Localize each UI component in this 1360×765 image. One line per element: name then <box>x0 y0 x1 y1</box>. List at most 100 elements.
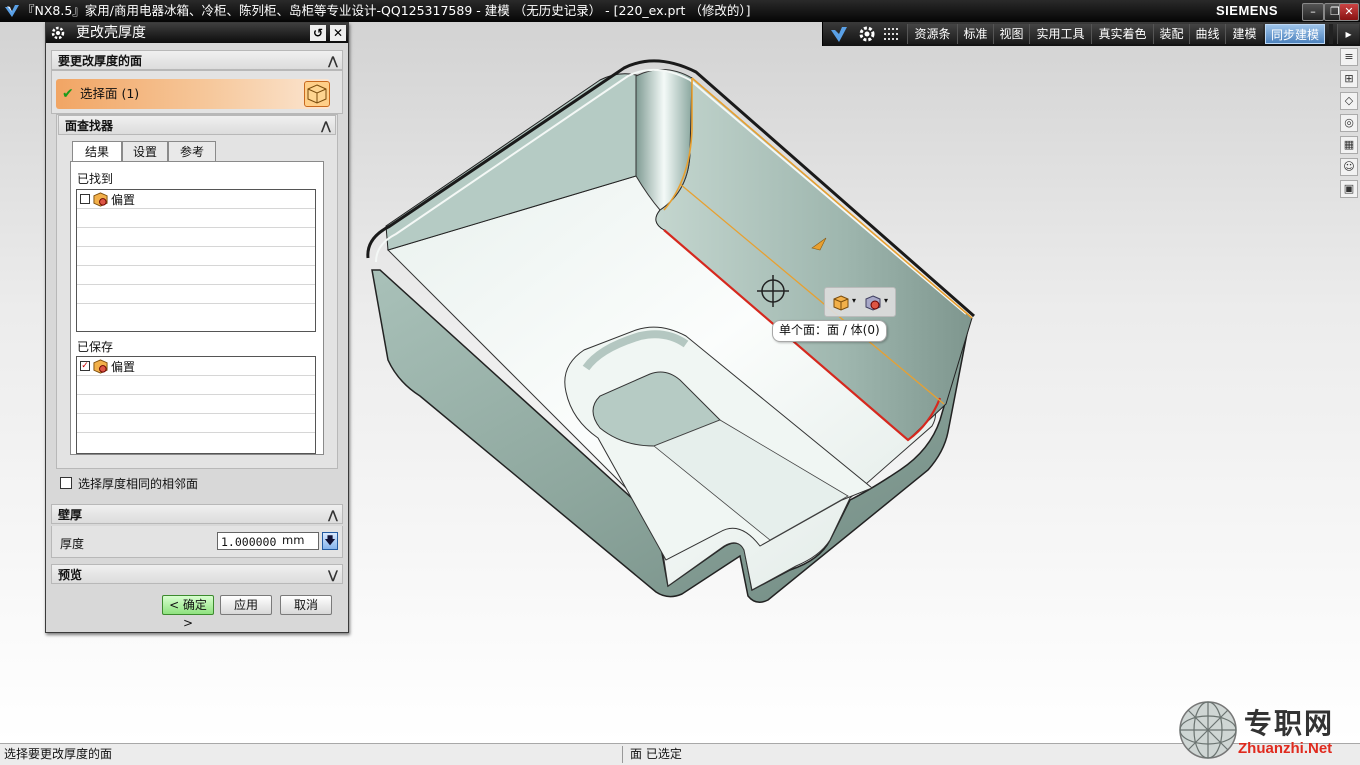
face-finder-title: 面查找器 <box>65 119 114 133</box>
checkbox[interactable] <box>60 477 72 489</box>
navigator-icon[interactable]: ⊞ <box>1340 70 1358 88</box>
list-item <box>77 247 315 266</box>
change-shell-thickness-dialog: 更改壳厚度 ↺ ✕ 要更改厚度的面 ⋀ ✔ 选择面 (1) 面查找器 ⋀ 结果 … <box>45 22 349 633</box>
checkbox[interactable] <box>80 194 90 204</box>
gear-icon[interactable] <box>50 25 66 41</box>
status-prompt: 选择要更改厚度的面 <box>4 747 113 761</box>
checkmark-icon: ✔ <box>62 86 74 102</box>
preview-group-title: 预览 <box>58 568 83 582</box>
checkbox-checked[interactable]: ✓ <box>80 361 90 371</box>
siemens-brand: SIEMENS <box>1216 3 1279 18</box>
tab-reference[interactable]: 参考 <box>168 141 216 161</box>
tab-true-shading[interactable]: 真实着色 <box>1091 24 1153 44</box>
right-resource-strip: ≡ ⊞ ◇ ◎ ▦ ☺ ▣ <box>1338 46 1360 306</box>
grid-icon[interactable] <box>881 24 901 44</box>
dialog-title-bar[interactable]: 更改壳厚度 ↺ ✕ <box>46 23 348 43</box>
list-item <box>77 266 315 285</box>
watermark-url: Zhuanzhi.Net <box>1238 740 1333 757</box>
status-bar: 选择要更改厚度的面 面 已选定 <box>0 743 1360 765</box>
face-finder-header[interactable]: 面查找器 ⋀ <box>58 115 336 135</box>
watermark: 专职网 Zhuanzhi.Net <box>1178 700 1358 762</box>
cancel-button[interactable]: 取消 <box>280 595 332 615</box>
faces-group-title: 要更改厚度的面 <box>58 54 143 68</box>
close-icon[interactable]: ✕ <box>330 25 346 41</box>
gear-icon[interactable] <box>857 24 877 44</box>
list-item[interactable]: ✓ 偏置 <box>77 357 315 376</box>
thickness-unit: mm <box>282 533 305 547</box>
watermark-title: 专职网 <box>1244 707 1335 740</box>
chevron-up-icon[interactable]: ⋀ <box>321 116 331 136</box>
roles-icon[interactable]: ☺ <box>1340 158 1358 176</box>
list-item <box>77 433 315 452</box>
nx-logo-icon[interactable] <box>829 24 849 44</box>
window-title-bar: 『NX8.5』家用/商用电器冰箱、冷柜、陈列柜、岛柜等专业设计-QQ125317… <box>0 0 1360 22</box>
apply-button[interactable]: 应用 <box>220 595 272 615</box>
faces-group-header[interactable]: 要更改厚度的面 ⋀ <box>51 50 343 70</box>
tab-curve[interactable]: 曲线 <box>1189 24 1225 44</box>
face-selection-cube-button[interactable] <box>304 81 330 107</box>
face-filter-icon[interactable] <box>833 295 849 311</box>
close-window-button[interactable]: ✕ <box>1339 3 1359 21</box>
tab-standard[interactable]: 标准 <box>957 24 993 44</box>
cube-icon <box>307 84 327 104</box>
selection-filter-popup[interactable]: ▾ ▾ <box>824 287 896 317</box>
found-label: 已找到 <box>77 172 114 186</box>
thickness-group-header[interactable]: 壁厚 ⋀ <box>51 504 343 524</box>
list-item[interactable]: 偏置 <box>77 190 315 209</box>
thickness-label: 厚度 <box>60 537 85 551</box>
selection-tooltip: 单个面：面 / 体(0) <box>772 320 887 342</box>
list-item <box>77 304 315 323</box>
ribbon-overflow-button[interactable]: ▸ <box>1337 24 1359 44</box>
thickness-row: 厚度 1.000000 mm 🡇 <box>51 526 343 558</box>
body-filter-icon[interactable] <box>865 295 881 311</box>
same-thickness-adjacent-label: 选择厚度相同的相邻面 <box>78 477 199 491</box>
list-item <box>77 209 315 228</box>
ribbon-divider <box>1329 24 1333 44</box>
found-list[interactable]: 偏置 <box>76 189 316 332</box>
tab-synchronous-modeling[interactable]: 同步建模 <box>1265 24 1325 44</box>
offset-face-icon <box>93 192 108 207</box>
palette-icon[interactable]: ▦ <box>1340 136 1358 154</box>
status-divider <box>622 746 623 763</box>
tab-view[interactable]: 视图 <box>993 24 1029 44</box>
chevron-up-icon[interactable]: ⋀ <box>328 505 338 525</box>
saved-label: 已保存 <box>77 340 114 354</box>
tab-utilities[interactable]: 实用工具 <box>1029 24 1091 44</box>
dialog-title: 更改壳厚度 <box>76 25 146 41</box>
system-icon[interactable]: ▣ <box>1340 180 1358 198</box>
globe-logo-icon <box>1179 701 1237 759</box>
preview-group-header[interactable]: 预览 ⋁ <box>51 564 343 584</box>
nx-logo-icon <box>5 5 19 17</box>
list-item <box>77 395 315 414</box>
thickness-options-button[interactable]: 🡇 <box>322 532 338 550</box>
saved-list[interactable]: ✓ 偏置 <box>76 356 316 454</box>
thickness-group-title: 壁厚 <box>58 508 83 522</box>
list-item-label: 偏置 <box>111 360 136 374</box>
tab-resource-bar[interactable]: 资源条 <box>907 24 957 44</box>
window-title: 『NX8.5』家用/商用电器冰箱、冷柜、陈列柜、岛柜等专业设计-QQ125317… <box>22 3 751 18</box>
tab-modeling[interactable]: 建模 <box>1225 24 1263 44</box>
chevron-up-icon[interactable]: ⋀ <box>328 51 338 71</box>
list-item <box>77 285 315 304</box>
offset-face-icon <box>93 359 108 374</box>
part-icon[interactable]: ◇ <box>1340 92 1358 110</box>
ok-button[interactable]: < 确定 > <box>162 595 214 630</box>
history-icon[interactable]: ≡ <box>1340 48 1358 66</box>
chevron-down-icon[interactable]: ⋁ <box>328 565 338 585</box>
list-item-label: 偏置 <box>111 193 136 207</box>
minimize-button[interactable]: – <box>1302 3 1324 21</box>
results-tab-body: 已找到 偏置 已保存 ✓ 偏置 <box>70 161 324 455</box>
dropdown-arrow-icon[interactable]: ▾ <box>884 296 888 305</box>
select-face-label: 选择面 (1) <box>80 86 140 101</box>
web-icon[interactable]: ◎ <box>1340 114 1358 132</box>
list-item <box>77 376 315 395</box>
reset-icon[interactable]: ↺ <box>310 25 326 41</box>
tab-assembly[interactable]: 装配 <box>1153 24 1189 44</box>
select-face-step[interactable]: ✔ 选择面 (1) <box>56 79 330 109</box>
list-item <box>77 414 315 433</box>
tab-results[interactable]: 结果 <box>72 141 122 162</box>
status-message: 面 已选定 <box>630 747 682 761</box>
tab-settings[interactable]: 设置 <box>122 141 168 161</box>
dropdown-arrow-icon[interactable]: ▾ <box>852 296 856 305</box>
ribbon-toolbar: 资源条 标准 视图 实用工具 真实着色 装配 曲线 建模 同步建模 ▸ <box>822 22 1360 46</box>
